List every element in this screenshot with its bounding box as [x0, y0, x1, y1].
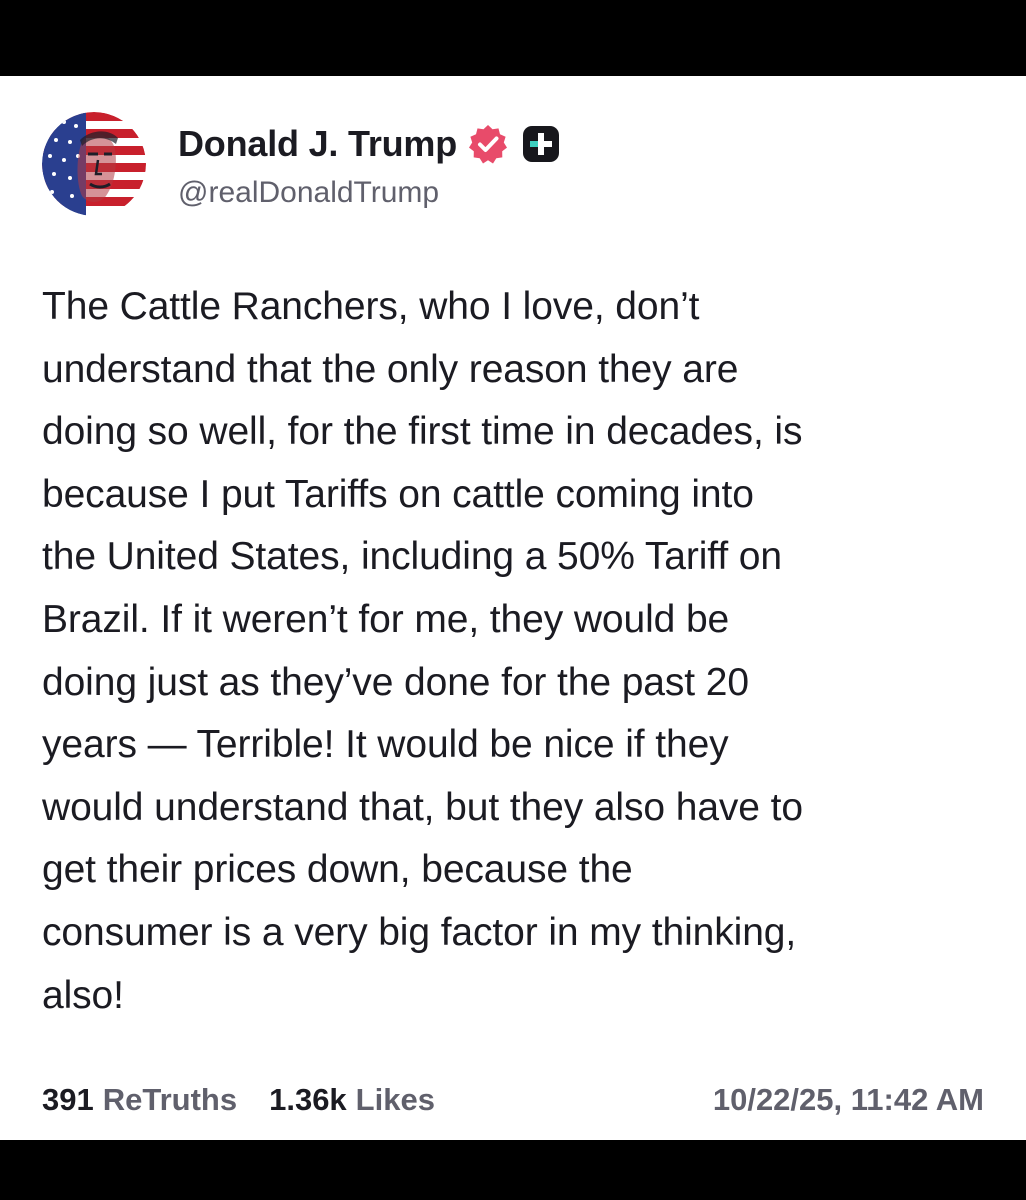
- verified-badge-icon: [467, 123, 509, 165]
- name-row: Donald J. Trump: [178, 122, 560, 166]
- display-name[interactable]: Donald J. Trump: [178, 123, 457, 165]
- post-text: The Cattle Ranchers, who I love, don’t u…: [42, 285, 803, 1017]
- likes-label: Likes: [355, 1082, 435, 1117]
- post-timestamp[interactable]: 10/22/25, 11:42 AM: [713, 1082, 984, 1118]
- retruths-stat[interactable]: 391 ReTruths: [42, 1082, 237, 1118]
- user-handle[interactable]: @realDonaldTrump: [178, 176, 439, 210]
- post-card: Donald J. Trump @realDonaldTrump The Cat…: [0, 76, 1026, 1140]
- likes-stat[interactable]: 1.36k Likes: [269, 1082, 435, 1118]
- plus-badge-icon: [523, 126, 560, 162]
- likes-count: 1.36k: [269, 1082, 347, 1117]
- avatar-image: [42, 112, 146, 216]
- retruths-count: 391: [42, 1082, 94, 1117]
- retruths-label: ReTruths: [102, 1082, 238, 1117]
- post-footer: 391 ReTruths 1.36k Likes 10/22/25, 11:42…: [42, 1080, 984, 1120]
- avatar[interactable]: [42, 112, 146, 216]
